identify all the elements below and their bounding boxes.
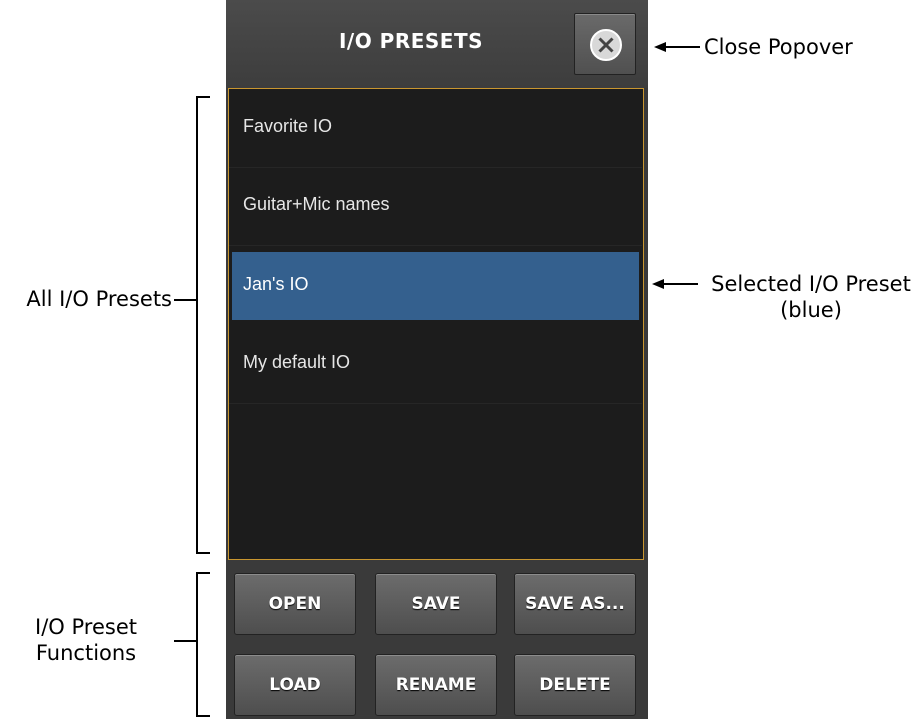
close-icon <box>590 29 622 61</box>
preset-functions: OPEN SAVE SAVE AS... LOAD RENAME DELETE <box>226 562 648 719</box>
bracket-line <box>174 640 196 642</box>
open-button[interactable]: OPEN <box>234 573 356 635</box>
preset-functions-annotation: I/O Preset Functions <box>0 614 172 666</box>
bracket-line <box>196 715 210 717</box>
preset-functions-annotation-line2: Functions <box>35 641 137 665</box>
popover-header: I/O PRESETS <box>226 0 648 88</box>
save-as-button[interactable]: SAVE AS... <box>514 573 636 635</box>
save-button[interactable]: SAVE <box>375 573 497 635</box>
all-presets-annotation: All I/O Presets <box>26 287 172 311</box>
delete-button[interactable]: DELETE <box>514 654 636 716</box>
callout-line <box>662 283 698 285</box>
preset-item[interactable]: Guitar+Mic names <box>229 167 642 246</box>
preset-list: Favorite IO Guitar+Mic names Jan's IO My… <box>228 88 644 560</box>
callout-line <box>664 46 700 48</box>
preset-label: Jan's IO <box>243 274 309 294</box>
bracket-line <box>174 299 196 301</box>
bracket-line <box>196 96 210 98</box>
io-presets-popover: I/O PRESETS Favorite IO Guitar+Mic names… <box>226 0 648 719</box>
bracket-line <box>196 96 198 554</box>
selected-preset-annotation: Selected I/O Preset (blue) <box>706 271 916 323</box>
preset-item[interactable]: Favorite IO <box>229 89 642 168</box>
close-popover-annotation: Close Popover <box>704 35 853 59</box>
preset-label: Guitar+Mic names <box>243 194 390 214</box>
preset-item-selected[interactable]: Jan's IO <box>232 252 639 320</box>
preset-label: My default IO <box>243 352 351 372</box>
preset-item[interactable]: My default IO <box>229 325 642 404</box>
bracket-line <box>196 572 198 717</box>
rename-button[interactable]: RENAME <box>375 654 497 716</box>
selected-preset-annotation-line1: Selected I/O Preset <box>711 272 911 296</box>
selected-preset-annotation-line2: (blue) <box>780 298 842 322</box>
popover-title: I/O PRESETS <box>338 29 484 53</box>
preset-functions-annotation-line1: I/O Preset <box>35 615 137 639</box>
preset-label: Favorite IO <box>243 116 333 136</box>
bracket-line <box>196 552 210 554</box>
load-button[interactable]: LOAD <box>234 654 356 716</box>
bracket-line <box>196 572 210 574</box>
close-popover-button[interactable] <box>574 13 636 75</box>
